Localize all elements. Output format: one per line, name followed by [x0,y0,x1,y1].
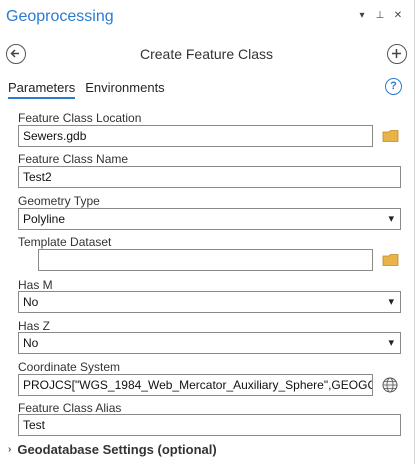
add-button[interactable] [387,44,407,64]
globe-icon[interactable] [382,377,398,393]
pin-icon[interactable]: ⊥ [375,10,385,21]
chevron-right-icon: › [8,444,12,455]
options-menu-icon[interactable]: ▾ [357,10,367,21]
geometry-select[interactable]: Polyline [18,208,401,230]
tab-parameters[interactable]: Parameters [8,80,76,99]
template-label: Template Dataset [18,235,112,249]
template-input[interactable] [38,249,373,271]
has-z-label: Has Z [18,319,51,333]
titlebar-icons: ▾ ⊥ ✕ [357,10,403,21]
geoprocessing-pane: Geoprocessing ▾ ⊥ ✕ Create Feature Class… [0,0,415,464]
help-icon[interactable]: ? [385,78,402,95]
geodatabase-settings-section[interactable]: › Geodatabase Settings (optional) [8,442,217,457]
has-z-select[interactable]: No [18,332,401,354]
name-label: Feature Class Name [18,152,129,166]
close-icon[interactable]: ✕ [393,10,403,21]
pane-title: Geoprocessing [6,8,114,25]
folder-browse-icon[interactable] [382,129,400,143]
tab-strip: Parameters Environments [8,80,165,99]
name-input[interactable]: Test2 [18,166,401,188]
alias-label: Feature Class Alias [18,401,122,415]
location-label: Feature Class Location [18,111,142,125]
section-label: Geodatabase Settings (optional) [17,442,217,457]
geometry-label: Geometry Type [18,194,100,208]
coord-input[interactable]: PROJCS["WGS_1984_Web_Mercator_Auxiliary_… [18,374,373,396]
add-icon [392,49,401,58]
coord-label: Coordinate System [18,360,121,374]
tool-title: Create Feature Class [139,46,274,62]
tool-header: Create Feature Class [0,40,413,70]
pane-titlebar: Geoprocessing ▾ ⊥ ✕ [0,0,413,34]
template-folder-icon[interactable] [382,253,400,267]
location-input[interactable]: Sewers.gdb [18,125,373,147]
has-m-select[interactable]: No [18,291,401,313]
has-m-label: Has M [18,278,53,292]
alias-input[interactable]: Test [18,414,401,436]
tab-environments[interactable]: Environments [85,80,164,99]
